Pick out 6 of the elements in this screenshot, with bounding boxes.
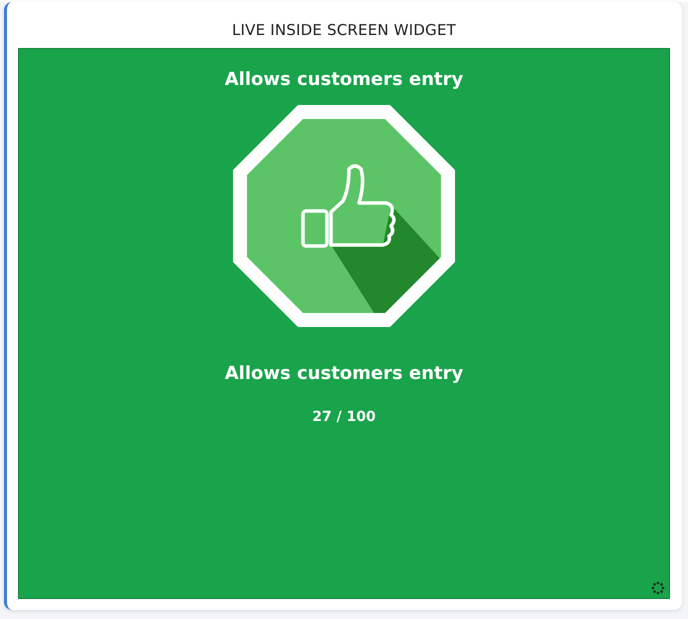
status-text: Allows customers entry <box>224 363 464 384</box>
loading-spinner-icon <box>651 581 665 595</box>
occupancy-count: 27 / 100 <box>312 409 376 425</box>
screen-heading: Allows customers entry <box>224 69 464 90</box>
thumbs-up-sign-icon <box>233 105 455 327</box>
widget-title: LIVE INSIDE SCREEN WIDGET <box>230 20 458 41</box>
